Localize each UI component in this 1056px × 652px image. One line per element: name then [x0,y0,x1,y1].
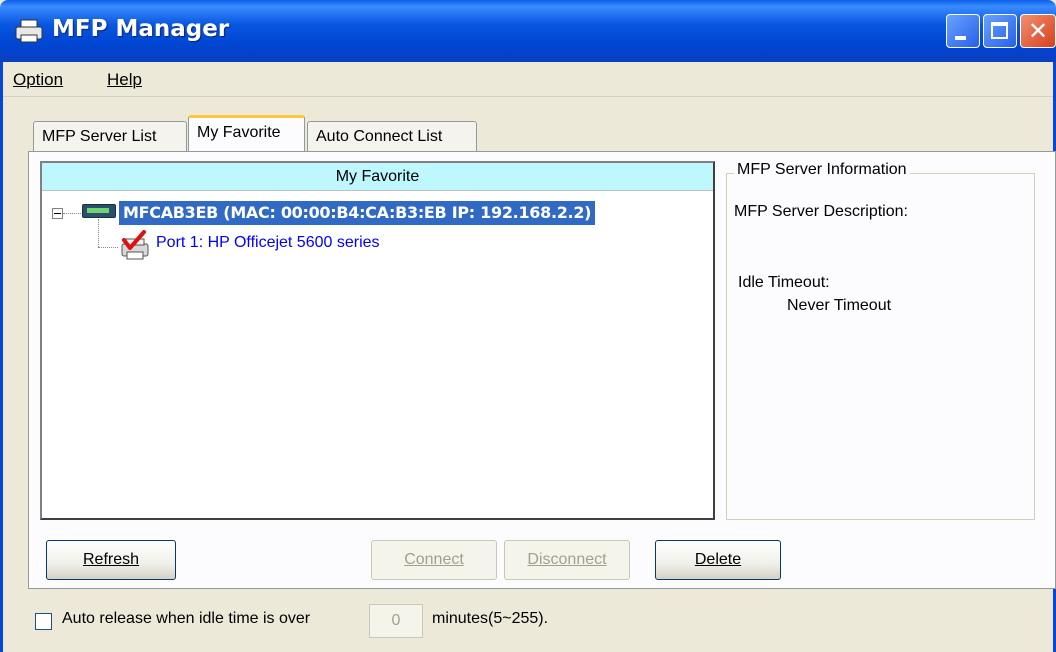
server-info-group [726,173,1035,520]
tab-my-favorite[interactable]: My Favorite [188,115,305,151]
title-bar[interactable]: MFP Manager ✕ [0,0,1056,62]
auto-release-checkbox[interactable] [35,613,52,630]
tree-header[interactable]: My Favorite [42,163,713,191]
idle-timeout-value: Never Timeout [787,297,892,314]
idle-minutes-input[interactable]: 0 [369,604,423,638]
delete-button[interactable]: Delete [655,540,781,580]
tree-item-server[interactable]: MFCAB3EB (MAC: 00:00:B4:CA:B3:EB IP: 192… [119,201,596,225]
printer-check-icon [121,230,149,260]
printer-icon [15,19,43,43]
minutes-range-label: minutes(5~255). [432,610,549,627]
window-border-left [0,62,3,652]
maximize-button[interactable] [983,14,1017,48]
tree-connector [98,247,118,248]
menu-option[interactable]: Option [13,70,63,90]
tab-auto-connect-list[interactable]: Auto Connect List [307,121,477,151]
tree-item-port[interactable]: Port 1: HP Officejet 5600 series [156,234,380,252]
collapse-icon[interactable] [52,208,63,219]
close-icon: ✕ [1027,17,1049,45]
auto-release-label: Auto release when idle time is over [62,610,311,627]
connect-button[interactable]: Connect [371,540,497,580]
menu-help[interactable]: Help [107,70,142,90]
tree-connector [98,219,99,247]
tree-connector [63,213,81,214]
window-title: MFP Manager [52,16,230,42]
server-info-title: MFP Server Information [734,161,910,179]
minimize-button[interactable] [946,14,980,48]
disconnect-button[interactable]: Disconnect [504,540,630,580]
menu-bar: Option Help [3,62,1053,97]
server-icon [82,204,116,218]
refresh-button[interactable]: Refresh [46,540,176,580]
close-button[interactable]: ✕ [1020,14,1056,48]
tab-mfp-server-list[interactable]: MFP Server List [33,121,187,151]
description-label: MFP Server Description: [734,203,908,220]
idle-timeout-label: Idle Timeout: [738,274,830,291]
favorite-tree[interactable]: My Favorite MFCAB3EB (MAC: 00:00:B4:CA:B… [40,161,715,520]
